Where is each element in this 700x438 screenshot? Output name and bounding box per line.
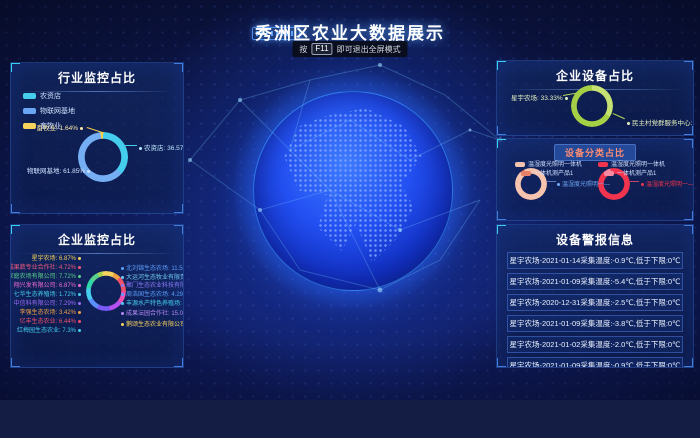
- f11-keycap: F11: [311, 43, 332, 55]
- chart-label: 农资店: 36.57%: [137, 142, 184, 152]
- alarm-row: 星宇农场-2021-01-02采集温度:-2.0℃,低于下限:0℃: [507, 336, 683, 353]
- legend-item[interactable]: 一体机测产品1: [604, 168, 656, 177]
- fullscreen-tip: 按 F11 即可退出全屏模式: [292, 41, 407, 57]
- chart-label: 么城果蔬专业合作社: 4.72%: [10, 262, 83, 271]
- chart-label: 温湿度光照明一—: [639, 179, 694, 188]
- chart-label: 温湿度光照明一—: [555, 179, 610, 188]
- panel-device-classification: 设备分类占比 温湿度光照明一体机 一体机测产品1 温湿度光照明一— 温湿度光照明…: [496, 138, 694, 221]
- panel-industry-monitor: 行业监控占比 农资店 物联网基地 畜牧业 畜牧业: 1.64% 农资店: 36.…: [10, 62, 184, 214]
- globe-glow: [233, 71, 471, 309]
- legend-swatch: [604, 171, 614, 176]
- legend-swatch: [23, 108, 36, 114]
- panel-title: 企业监控占比: [11, 225, 183, 248]
- footer-strip: [0, 400, 700, 438]
- panel-title: 企业设备占比: [497, 61, 693, 84]
- alarm-row: 星宇农场-2021-01-14采集温度:-0.9℃,低于下限:0℃: [507, 252, 683, 269]
- panel-title: 设备警报信息: [497, 225, 693, 248]
- panel-title: 行业监控占比: [11, 63, 183, 86]
- globe-sphere: [253, 91, 453, 291]
- alarm-row: 星宇农场-2021-01-09采集温度:-3.8℃,低于下限:0℃: [507, 315, 683, 332]
- fullscreen-tip-suffix: 即可退出全屏模式: [337, 44, 401, 55]
- legend-swatch: [515, 162, 525, 167]
- chart-label: 星宇农场: 6.87%: [32, 253, 83, 262]
- chart-label: 畜牧业: 1.64%: [36, 122, 85, 132]
- equipment-donut-chart[interactable]: [571, 85, 613, 127]
- chart-label: 成果沄园合作社: 15.02%: [119, 308, 184, 317]
- chart-label: 星宇农场: 33.33%: [511, 92, 570, 102]
- chart-label: 家庭农场有限公司: 7.72%: [10, 271, 83, 280]
- legend-swatch: [23, 93, 36, 99]
- chart-label: 中信科有限公司: 7.29%: [14, 298, 83, 307]
- panel-enterprise-monitor: 企业监控占比 星宇农场: 6.87% 么城果蔬专业合作社: 4.72% 家庭农场…: [10, 224, 184, 368]
- chart-label: 鹅颂生态农业有限公司: 6.87: [119, 319, 184, 328]
- alarm-row: 星宇农场-2020-12-31采集温度:-2.5℃,低于下限:0℃: [507, 294, 683, 311]
- legend-item[interactable]: 一体机测产品1: [521, 168, 573, 177]
- chart-label: 亿丰生态农业: 6.44%: [20, 316, 83, 325]
- chart-label: 红梅园生态农业: 7.3%: [17, 325, 83, 334]
- legend-item[interactable]: 温湿度光照明一体机: [515, 159, 582, 168]
- legend-swatch: [23, 123, 36, 129]
- chart-label: 聚门生态农业科技有限公: [119, 280, 184, 289]
- chart-label: 翔兴发有限公司: 6.87%: [14, 280, 83, 289]
- legend-item[interactable]: 温湿度光照明一体机: [598, 159, 665, 168]
- legend-swatch: [521, 171, 531, 176]
- panel-equipment-ratio: 企业设备占比 星宇农场: 33.33% 民主村党群服务中心:: [496, 60, 694, 136]
- chart-label: 民主村党群服务中心:: [625, 117, 692, 127]
- chart-label: 丰源水产特色养殖场: 1.: [119, 298, 184, 307]
- chart-label: 七华生态养殖场: 1.72%: [14, 289, 83, 298]
- chart-label: 物联网基地: 61.85%: [27, 165, 92, 175]
- panel-device-alarms: 设备警报信息 星宇农场-2021-01-14采集温度:-0.9℃,低于下限:0℃…: [496, 224, 694, 368]
- header: 秀洲区农业大数据展示 按 F11 即可退出全屏模式: [0, 0, 700, 58]
- chart-label: 周浩国生态农场: 4.29: [119, 289, 183, 298]
- alarm-row: 星宇农场-2021-01-09采集温度:-0.9℃,低于下限:0℃: [507, 357, 683, 368]
- chart-label: 李强生态农场: 3.42%: [20, 307, 83, 316]
- network-lines-decoration: [180, 40, 520, 340]
- chart-label: 北刘锦生态农场: 11.50%: [119, 263, 184, 272]
- globe-continents: [273, 103, 433, 271]
- legend-swatch: [598, 162, 608, 167]
- legend-item[interactable]: 农资店: [23, 91, 75, 101]
- fullscreen-tip-prefix: 按: [299, 44, 307, 55]
- alarm-row: 星宇农场-2021-01-09采集温度:-5.4℃,低于下限:0℃: [507, 273, 683, 290]
- legend-item[interactable]: 物联网基地: [23, 106, 75, 116]
